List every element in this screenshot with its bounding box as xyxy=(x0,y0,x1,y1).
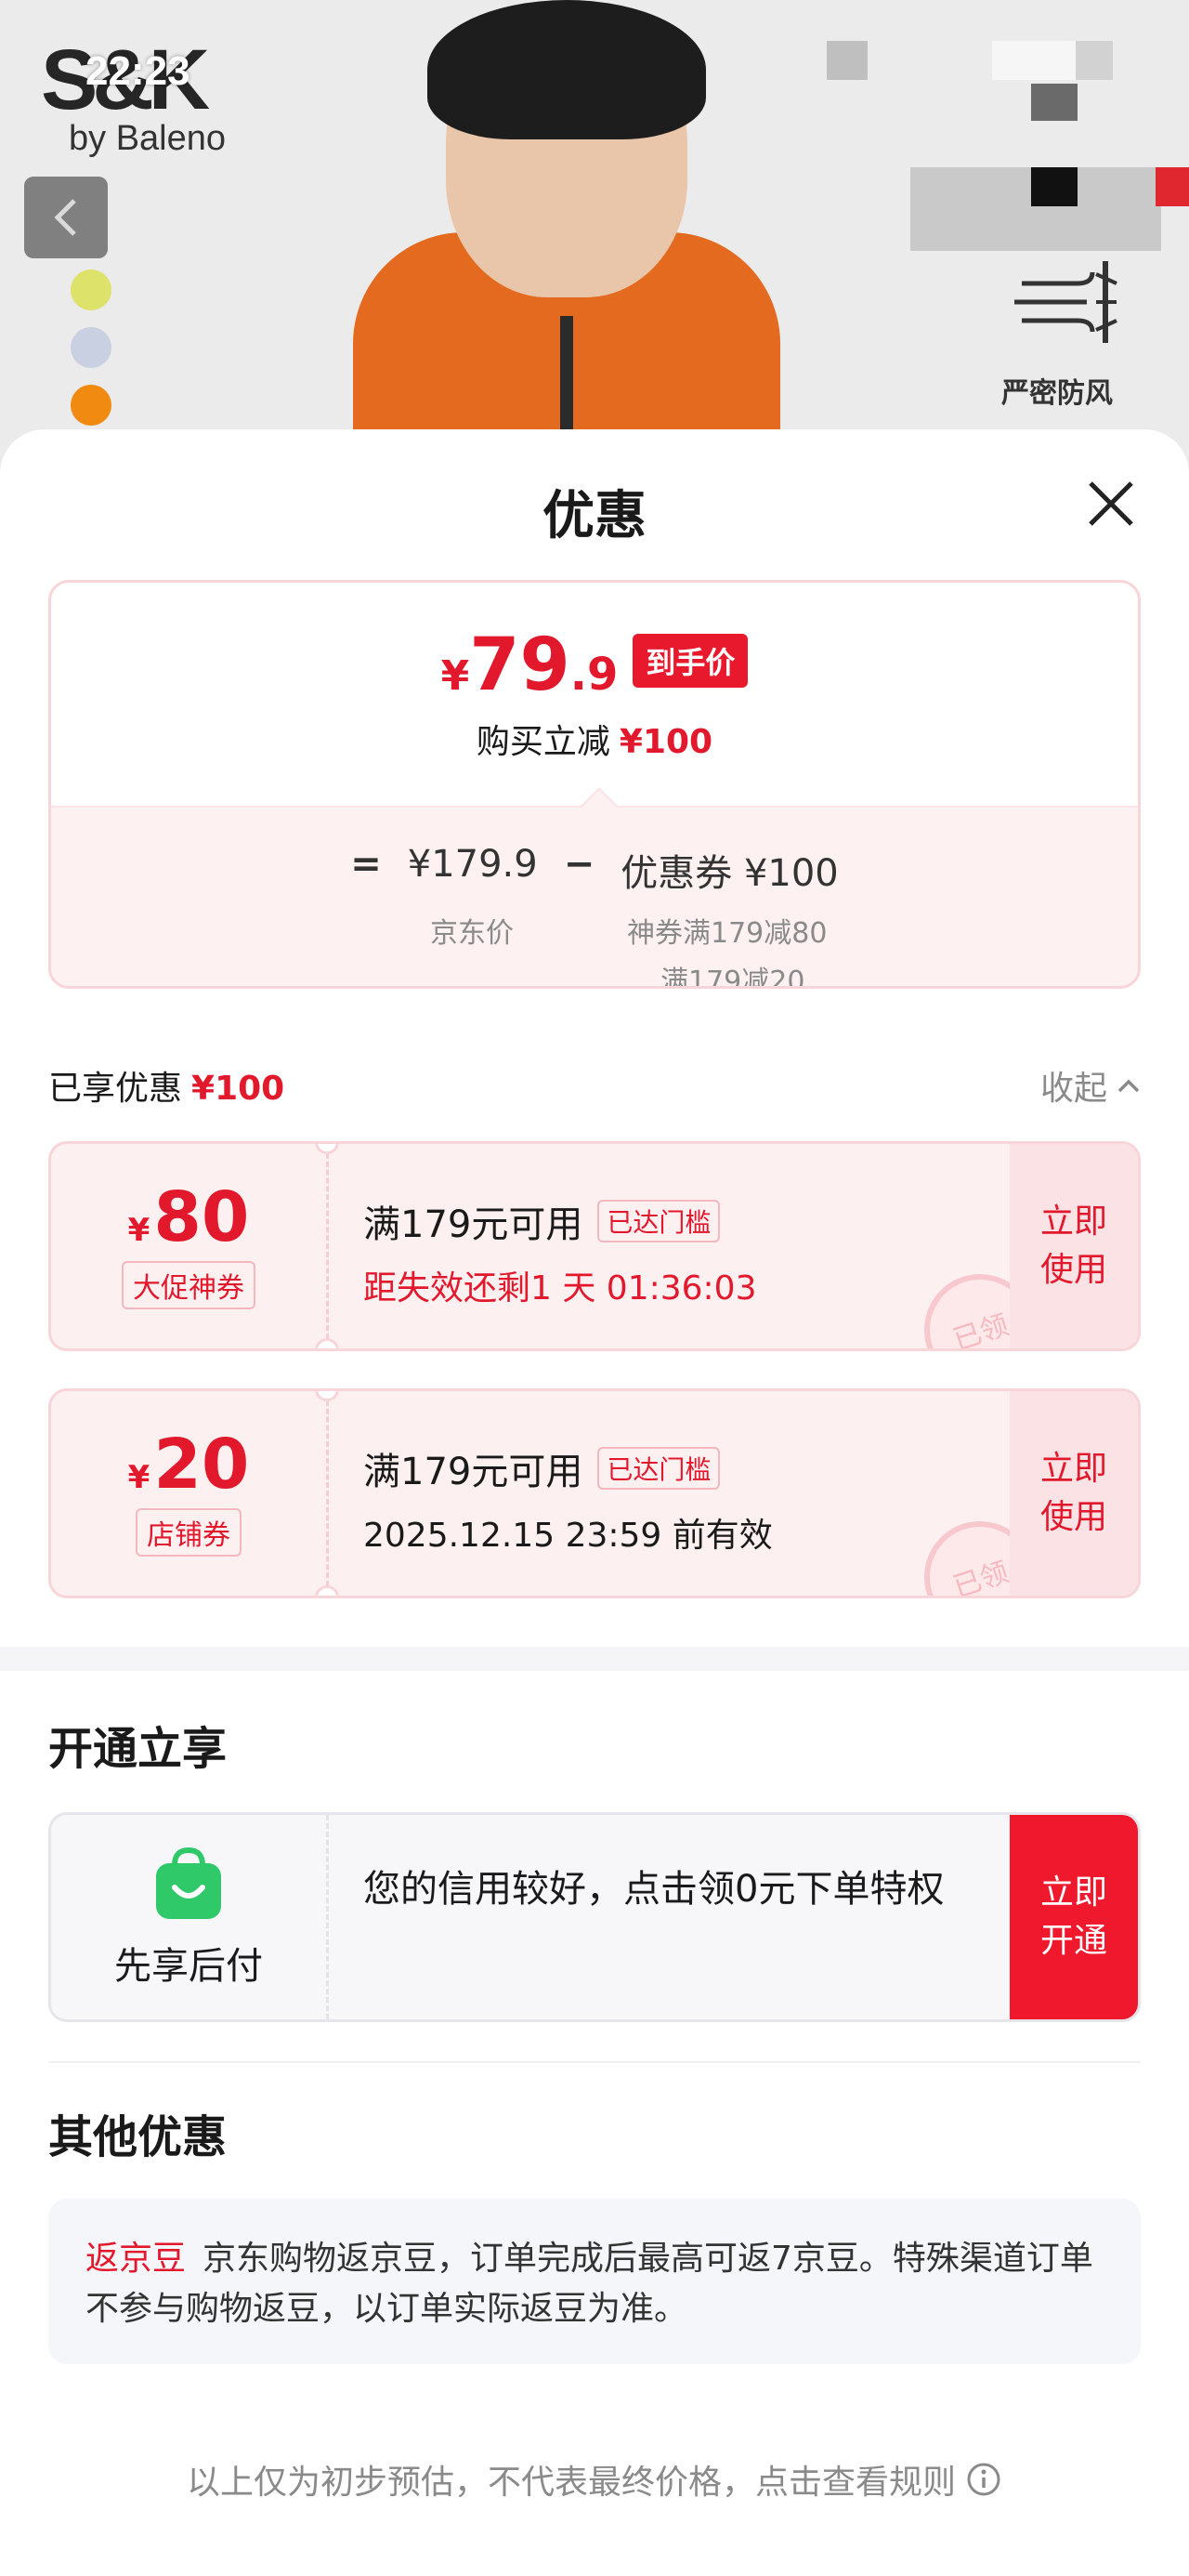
final-price-integer: 79 xyxy=(469,624,570,707)
discount-sheet: 优惠 ¥ 79 .9 到手价 购买立减 ¥100 = ¥179.9 − 优惠券 ¥… xyxy=(0,429,1189,2576)
coupon-divider xyxy=(326,1400,329,1586)
rules-link[interactable]: 以上仅为初步预估，不代表最终价格，点击查看规则 xyxy=(0,2455,1189,2504)
color-swatch-yellow[interactable] xyxy=(71,269,111,310)
jd-price: ¥179.9 xyxy=(407,843,538,886)
coupon-value-block: ¥80 大促神券 xyxy=(51,1144,326,1348)
chevron-left-icon xyxy=(54,199,76,236)
jd-price-label: 京东价 xyxy=(430,917,514,950)
coupon-currency: ¥ xyxy=(127,1459,150,1496)
open-paylater-button[interactable]: 立即 开通 xyxy=(1010,1815,1138,2019)
final-price: ¥ 79 .9 到手价 xyxy=(51,629,1138,704)
final-price-decimal: .9 xyxy=(569,649,619,701)
coupon-value: ¥20 xyxy=(128,1430,250,1499)
coupon-notch xyxy=(315,1338,339,1348)
sheet-title: 优惠 xyxy=(542,486,647,546)
status-blur xyxy=(1076,41,1113,80)
enjoyed-label: 已享优惠 xyxy=(48,1070,183,1108)
back-button[interactable] xyxy=(24,177,108,258)
coupon-value: ¥80 xyxy=(128,1183,250,1252)
color-swatch-orange[interactable] xyxy=(71,385,111,426)
paylater-brand: 先享后付 xyxy=(51,1815,326,2019)
coupon-info: 满179元可用 已达门槛 距失效还剩1 天 01:36:03 xyxy=(363,1194,999,1309)
coupon-notch xyxy=(315,1585,339,1596)
coupon-amount: 80 xyxy=(153,1177,250,1257)
coupon-detail: 神券满179减80 xyxy=(627,917,828,950)
coupon-type: 大促神券 xyxy=(122,1261,255,1309)
enjoyed-discount: 已享优惠 ¥100 xyxy=(48,1061,284,1110)
chevron-up-icon xyxy=(1117,1079,1140,1093)
final-price-currency: ¥ xyxy=(440,652,470,700)
price-breakdown xyxy=(51,806,1138,986)
rebate-text: 京东购物返京豆，订单完成后最高可返7京豆。特殊渠道订单不参与购物返豆，以订单实际… xyxy=(85,2240,1093,2328)
status-time: 22:23 xyxy=(85,48,190,94)
paylater-card: 先享后付 您的信用较好，点击领0元下单特权 立即 开通 xyxy=(48,1812,1141,2022)
coupon-info: 满179元可用 已达门槛 2025.12.15 23:59 前有效 xyxy=(363,1441,999,1557)
instant-cut-amount: ¥100 xyxy=(619,723,713,761)
close-icon[interactable] xyxy=(1083,476,1139,532)
coupon-detail: 满179减20 xyxy=(660,966,805,989)
coupon-type: 店铺券 xyxy=(136,1508,242,1557)
footer-note: 以上仅为初步预估，不代表最终价格，点击查看规则 xyxy=(186,2464,956,2502)
coupon-condition-row: 满179元可用 已达门槛 xyxy=(363,1441,999,1495)
coupon-condition: 满179元可用 xyxy=(363,1203,583,1246)
use-coupon-button[interactable]: 立即 使用 xyxy=(1010,1391,1138,1596)
instant-cut-label: 购买立减 xyxy=(476,723,610,761)
rebate-tag: 返京豆 xyxy=(85,2240,187,2278)
model-hair xyxy=(427,0,706,139)
coupon-divider xyxy=(326,1153,329,1339)
price-equation: = ¥179.9 − 优惠券 ¥100 xyxy=(51,843,1138,897)
info-icon xyxy=(967,2463,1000,2496)
final-price-tag: 到手价 xyxy=(633,634,749,688)
collapse-label: 收起 xyxy=(1039,1070,1107,1108)
paylater-description: 您的信用较好，点击领0元下单特权 xyxy=(363,1868,945,1911)
threshold-badge: 已达门槛 xyxy=(597,1200,721,1242)
status-blur xyxy=(1031,167,1078,206)
brand-sub-text: by Baleno xyxy=(69,119,227,158)
status-blur xyxy=(992,41,1076,80)
coupon-validity: 距失效还剩1 天 01:36:03 xyxy=(363,1269,757,1308)
instant-cut: 购买立减 ¥100 xyxy=(51,715,1138,763)
coupon-amount: 20 xyxy=(153,1425,250,1505)
section-divider xyxy=(0,1647,1189,1671)
color-swatch-blue[interactable] xyxy=(71,327,111,368)
enjoyed-amount: ¥100 xyxy=(191,1070,285,1108)
status-blur xyxy=(827,41,868,80)
threshold-badge: 已达门槛 xyxy=(597,1447,721,1490)
coupon-total: 优惠券 ¥100 xyxy=(621,852,839,895)
bean-rebate-card: 返京豆 京东购物返京豆，订单完成后最高可返7京豆。特殊渠道订单不参与购物返豆，以订… xyxy=(48,2199,1141,2364)
coupon-currency: ¥ xyxy=(127,1212,150,1249)
paylater-name: 先享后付 xyxy=(114,1945,263,1988)
status-blur xyxy=(1031,84,1078,121)
product-banner: S&K by Baleno 22:23 严密防风 xyxy=(0,0,1189,483)
coupon-value-block: ¥20 店铺券 xyxy=(51,1391,326,1596)
coupon-validity: 2025.12.15 23:59 前有效 xyxy=(363,1517,773,1555)
minus-sign: − xyxy=(563,843,595,886)
feature-label: 严密防风 xyxy=(1001,377,1113,410)
section-title-open: 开通立享 xyxy=(48,1723,228,1775)
price-summary-card: ¥ 79 .9 到手价 购买立减 ¥100 = ¥179.9 − 优惠券 ¥100… xyxy=(48,580,1141,989)
coupon-condition: 满179元可用 xyxy=(363,1451,583,1493)
coupon-card: ¥80 大促神券 满179元可用 已达门槛 距失效还剩1 天 01:36:03 … xyxy=(48,1141,1141,1351)
collapse-toggle[interactable]: 收起 xyxy=(1040,1061,1141,1110)
shopping-bag-icon xyxy=(156,1847,221,1919)
section-divider xyxy=(48,2061,1141,2063)
coupon-card: ¥20 店铺券 满179元可用 已达门槛 2025.12.15 23:59 前有… xyxy=(48,1388,1141,1598)
windproof-icon xyxy=(1014,261,1117,343)
section-title-other: 其他优惠 xyxy=(48,2111,228,2163)
equals-sign: = xyxy=(350,843,382,886)
use-coupon-button[interactable]: 立即 使用 xyxy=(1010,1144,1138,1348)
paylater-divider xyxy=(326,1815,329,2019)
status-blur xyxy=(1156,167,1189,206)
coupon-condition-row: 满179元可用 已达门槛 xyxy=(363,1194,999,1248)
